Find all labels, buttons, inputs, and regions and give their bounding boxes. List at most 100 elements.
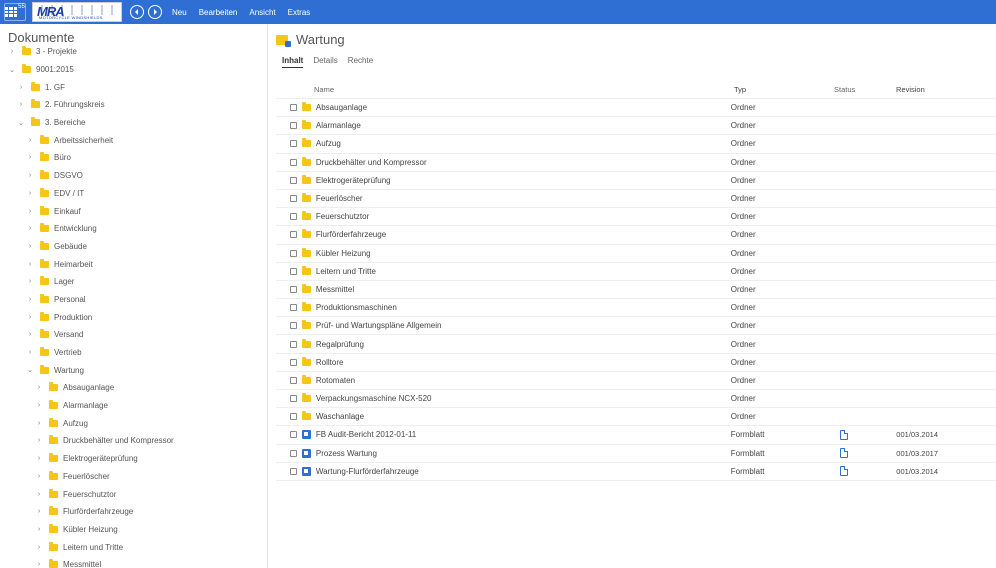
row-name[interactable]: Produktionsmaschinen xyxy=(316,303,715,312)
chevron-right-icon[interactable]: › xyxy=(26,154,34,161)
tree-node[interactable]: › Alarmanlage xyxy=(0,397,267,415)
row-checkbox[interactable] xyxy=(289,195,297,203)
document-status-icon[interactable] xyxy=(840,466,849,477)
row-checkbox[interactable] xyxy=(289,413,297,421)
menu-neu[interactable]: Neu xyxy=(172,8,187,17)
tree-node[interactable]: ⌄ 9001:2015 xyxy=(0,61,267,79)
chevron-right-icon[interactable]: › xyxy=(26,349,34,356)
document-status-icon[interactable] xyxy=(840,448,849,459)
table-row[interactable]: Rotomaten Ordner xyxy=(276,372,996,390)
row-checkbox[interactable] xyxy=(289,285,297,293)
table-row[interactable]: FB Audit-Bericht 2012-01-11 Formblatt 001/… xyxy=(276,426,996,445)
column-status[interactable]: Status xyxy=(834,85,896,94)
row-name[interactable]: Alarmanlage xyxy=(316,121,715,130)
tree-node[interactable]: › Lager xyxy=(0,273,267,291)
document-status-icon[interactable] xyxy=(840,429,849,440)
row-name[interactable]: Waschanlage xyxy=(316,412,715,421)
chevron-right-icon[interactable]: › xyxy=(35,544,43,551)
row-name[interactable]: Elektrogeräteprüfung xyxy=(316,176,715,185)
chevron-right-icon[interactable]: › xyxy=(26,137,34,144)
tree-node[interactable]: › Vertrieb xyxy=(0,344,267,362)
row-name[interactable]: Feuerlöscher xyxy=(316,194,715,203)
column-revision[interactable]: Revision xyxy=(896,85,996,94)
tree-node[interactable]: › Flurförderfahrzeuge xyxy=(0,503,267,521)
table-row[interactable]: Prozess Wartung Formblatt 001/03.2017 xyxy=(276,445,996,463)
table-row[interactable]: Rolltore Ordner xyxy=(276,354,996,372)
table-row[interactable]: Absauganlage Ordner xyxy=(276,99,996,118)
tree-node[interactable]: › Feuerlöscher xyxy=(0,468,267,486)
chevron-right-icon[interactable]: › xyxy=(35,455,43,462)
row-checkbox[interactable] xyxy=(289,158,297,166)
row-checkbox[interactable] xyxy=(289,467,297,475)
chevron-right-icon[interactable]: › xyxy=(35,526,43,533)
row-checkbox[interactable] xyxy=(289,249,297,257)
tree-node[interactable]: › Einkauf xyxy=(0,202,267,220)
row-checkbox[interactable] xyxy=(289,376,297,384)
row-checkbox[interactable] xyxy=(289,267,297,275)
row-checkbox[interactable] xyxy=(289,104,297,112)
tab-rechte[interactable]: Rechte xyxy=(348,56,373,68)
row-checkbox[interactable] xyxy=(289,431,297,439)
table-row[interactable]: Alarmanlage Ordner xyxy=(276,117,996,136)
tree-node[interactable]: › Büro xyxy=(0,149,267,167)
tree-node[interactable]: › Leitern und Tritte xyxy=(0,538,267,556)
row-name[interactable]: Rolltore xyxy=(316,358,715,367)
chevron-right-icon[interactable]: › xyxy=(35,473,43,480)
tree-node[interactable]: › Produktion xyxy=(0,308,267,326)
tree-node[interactable]: › Kübler Heizung xyxy=(0,521,267,539)
table-row[interactable]: Flurförderfahrzeuge Ordner xyxy=(276,226,996,245)
table-row[interactable]: Feuerlöscher Ordner xyxy=(276,190,996,209)
chevron-down-icon[interactable]: ⌄ xyxy=(8,66,16,74)
table-row[interactable]: Kübler Heizung Ordner xyxy=(276,245,996,263)
table-row[interactable]: Messmittel Ordner xyxy=(276,281,996,300)
chevron-down-icon[interactable]: ⌄ xyxy=(17,119,25,127)
menu-bearbeiten[interactable]: Bearbeiten xyxy=(199,8,238,17)
row-name[interactable]: Druckbehälter und Kompressor xyxy=(316,158,715,167)
row-name[interactable]: Wartung-Flurförderfahrzeuge xyxy=(316,467,715,476)
chevron-right-icon[interactable]: › xyxy=(26,243,34,250)
row-name[interactable]: Flurförderfahrzeuge xyxy=(316,230,715,239)
row-name[interactable]: Verpackungsmaschine NCX-520 xyxy=(316,394,715,403)
row-checkbox[interactable] xyxy=(289,395,297,403)
tree-node[interactable]: › Aufzug xyxy=(0,414,267,432)
chevron-right-icon[interactable]: › xyxy=(17,101,25,108)
chevron-right-icon[interactable]: › xyxy=(35,561,43,568)
tree-node[interactable]: › Druckbehälter und Kompressor xyxy=(0,432,267,450)
row-checkbox[interactable] xyxy=(289,140,297,148)
chevron-right-icon[interactable]: › xyxy=(35,384,43,391)
app-grid-icon[interactable]: 55 xyxy=(4,3,26,21)
chevron-right-icon[interactable]: › xyxy=(26,208,34,215)
tree-node[interactable]: › DSGVO xyxy=(0,167,267,185)
menu-extras[interactable]: Extras xyxy=(288,8,311,17)
table-row[interactable]: Waschanlage Ordner xyxy=(276,408,996,427)
row-name[interactable]: Prozess Wartung xyxy=(316,449,715,458)
arrow-right-icon[interactable] xyxy=(148,5,162,19)
table-row[interactable]: Leitern und Tritte Ordner xyxy=(276,263,996,281)
table-row[interactable]: Elektrogeräteprüfung Ordner xyxy=(276,172,996,190)
table-row[interactable]: Aufzug Ordner xyxy=(276,135,996,154)
row-checkbox[interactable] xyxy=(289,122,297,130)
tree-node[interactable]: › Feuerschutztor xyxy=(0,485,267,503)
chevron-right-icon[interactable]: › xyxy=(8,48,16,55)
menu-ansicht[interactable]: Ansicht xyxy=(249,8,275,17)
tree-node[interactable]: › 1. GF xyxy=(0,78,267,96)
chevron-right-icon[interactable]: › xyxy=(26,331,34,338)
row-name[interactable]: Regalprüfung xyxy=(316,340,715,349)
chevron-down-icon[interactable]: ⌄ xyxy=(26,366,34,374)
chevron-right-icon[interactable]: › xyxy=(26,261,34,268)
row-name[interactable]: Aufzug xyxy=(316,139,715,148)
tree-node[interactable]: › Arbeitssicherheit xyxy=(0,131,267,149)
row-name[interactable]: Prüf- und Wartungspläne Allgemein xyxy=(316,321,715,330)
chevron-right-icon[interactable]: › xyxy=(26,278,34,285)
tree-node[interactable]: › Absauganlage xyxy=(0,379,267,397)
table-row[interactable]: Regalprüfung Ordner xyxy=(276,335,996,354)
row-checkbox[interactable] xyxy=(289,231,297,239)
table-row[interactable]: Druckbehälter und Kompressor Ordner xyxy=(276,154,996,172)
chevron-right-icon[interactable]: › xyxy=(35,491,43,498)
tree-node[interactable]: ⌄ 3. Bereiche xyxy=(0,114,267,132)
tree-node[interactable]: › Versand xyxy=(0,326,267,344)
column-typ[interactable]: Typ xyxy=(714,85,834,94)
chevron-right-icon[interactable]: › xyxy=(35,402,43,409)
tree-node[interactable]: › Personal xyxy=(0,291,267,309)
tree-node[interactable]: › 2. Führungskreis xyxy=(0,96,267,114)
